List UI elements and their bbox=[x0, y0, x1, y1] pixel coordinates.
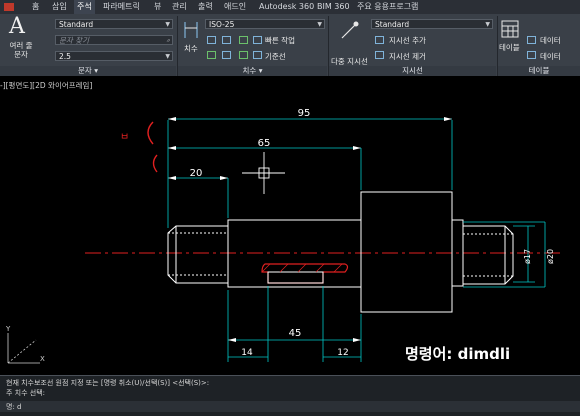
dim-text-65: 65 bbox=[258, 138, 271, 149]
dim-space-icon[interactable] bbox=[239, 36, 248, 44]
text-style-value: Standard bbox=[59, 20, 94, 29]
tab-featured-apps[interactable]: 주요 응용프로그램 bbox=[357, 0, 418, 14]
remove-leader-icon[interactable] bbox=[375, 51, 384, 59]
radius-dim-icon[interactable] bbox=[222, 51, 231, 59]
dim-text-d20: ø20 bbox=[546, 249, 555, 264]
baseline-button[interactable]: 기준선 bbox=[265, 51, 286, 62]
text-height-value: 2.5 bbox=[59, 52, 71, 61]
leader-panel-label[interactable]: 지시선 bbox=[329, 66, 496, 76]
dim-text-20: 20 bbox=[190, 168, 203, 179]
angular-dim-icon[interactable] bbox=[207, 51, 216, 59]
remove-leader-button[interactable]: 지시선 제거 bbox=[389, 51, 426, 62]
command-watermark: 명령어: dimdli bbox=[405, 345, 511, 363]
command-prompt: 명: d bbox=[6, 403, 22, 411]
command-input[interactable]: 명: d bbox=[0, 401, 580, 412]
aligned-dim-icon[interactable] bbox=[222, 36, 231, 44]
left-threaded-end bbox=[167, 225, 229, 284]
command-history-line-2: 주 치수 선택: bbox=[6, 389, 46, 397]
table-panel-label[interactable]: 테이블 bbox=[498, 66, 580, 76]
extract-data-icon[interactable] bbox=[527, 51, 536, 59]
drawing-canvas[interactable]: 95 65 20 45 14 12 ø17 ø20 ㅂ Y X bbox=[0, 76, 580, 375]
dim-text-d17: ø17 bbox=[523, 249, 532, 264]
dim-text-45: 45 bbox=[289, 328, 302, 339]
text-height-select[interactable]: 2.5 ▼ bbox=[55, 51, 173, 61]
tab-home[interactable]: 홈 bbox=[32, 0, 39, 14]
text-panel-label[interactable]: 문자 ▾ bbox=[0, 66, 176, 76]
baseline-dim-icon[interactable] bbox=[253, 51, 262, 59]
text-style-select[interactable]: Standard ▼ bbox=[55, 19, 173, 29]
mleader-style-value: Standard bbox=[375, 20, 410, 29]
collar bbox=[360, 191, 453, 313]
mleader-style-select[interactable]: Standard ▼ bbox=[371, 19, 493, 29]
tab-view[interactable]: 뷰 bbox=[154, 0, 161, 14]
add-leader-button[interactable]: 지시선 추가 bbox=[389, 35, 426, 46]
dim-text-95: 95 bbox=[298, 108, 311, 119]
chevron-down-icon: ▼ bbox=[165, 53, 170, 60]
linear-dim-icon[interactable] bbox=[207, 36, 216, 44]
crosshair-cursor bbox=[242, 152, 285, 194]
dimension-panel-label[interactable]: 치수 ▾ bbox=[178, 66, 327, 76]
dimension-icon[interactable] bbox=[183, 20, 199, 40]
dim-text-12: 12 bbox=[337, 348, 348, 358]
search-icon: ⌕ bbox=[166, 37, 170, 44]
dim-style-value: ISO-25 bbox=[209, 20, 235, 29]
dim-break-icon[interactable] bbox=[239, 51, 248, 59]
multiline-text-button[interactable]: 여러 줄 문자 bbox=[5, 41, 37, 59]
dimension-lines bbox=[167, 118, 546, 362]
find-text-placeholder: 문자 찾기 bbox=[59, 36, 89, 45]
table-icon[interactable] bbox=[501, 20, 519, 38]
tab-insert[interactable]: 삽입 bbox=[52, 0, 67, 14]
tab-parametric[interactable]: 파라메트릭 bbox=[103, 0, 140, 14]
data-link-icon[interactable] bbox=[527, 36, 536, 44]
table-button[interactable]: 테이블 bbox=[499, 42, 520, 53]
ucs-icon bbox=[7, 333, 40, 364]
tab-addins[interactable]: 애드인 bbox=[224, 0, 246, 14]
multiline-text-icon[interactable]: A bbox=[9, 14, 25, 39]
tab-manage[interactable]: 관리 bbox=[172, 0, 187, 14]
chevron-down-icon: ▼ bbox=[165, 21, 170, 28]
red-annotation-marks bbox=[147, 121, 158, 173]
app-logo[interactable] bbox=[4, 3, 14, 11]
dim-style-select[interactable]: ISO-25 ▼ bbox=[205, 19, 325, 29]
tab-autodesk-360[interactable]: Autodesk 360 bbox=[259, 0, 314, 14]
command-line: 현재 치수보조선 원점 지정 또는 [명령 취소(U)/선택(S)] <선택(S… bbox=[0, 375, 580, 416]
tab-annotate[interactable]: 주석 bbox=[74, 0, 95, 14]
quick-dim-button[interactable]: 빠른 작업 bbox=[265, 35, 295, 46]
find-text-input[interactable]: 문자 찾기 ⌕ bbox=[55, 35, 173, 45]
ucs-x-label: X bbox=[40, 355, 45, 363]
dimension-arrows bbox=[168, 117, 452, 342]
keyway-section bbox=[261, 263, 349, 284]
shaft-geometry bbox=[167, 191, 514, 313]
command-history-line: 현재 치수보조선 원점 지정 또는 [명령 취소(U)/선택(S)] <선택(S… bbox=[6, 379, 210, 387]
ucs-y-label: Y bbox=[5, 325, 11, 333]
dim-text-14: 14 bbox=[241, 348, 253, 358]
dimension-texts: 95 65 20 45 14 12 ø17 ø20 bbox=[190, 108, 555, 358]
quick-dim-icon[interactable] bbox=[253, 36, 262, 44]
add-leader-icon[interactable] bbox=[375, 36, 384, 44]
data-link-button[interactable]: 데이터 bbox=[540, 35, 561, 46]
tab-bim-360[interactable]: BIM 360 bbox=[317, 0, 350, 14]
extract-data-button[interactable]: 데이터 bbox=[540, 51, 561, 62]
tab-output[interactable]: 출력 bbox=[198, 0, 213, 14]
dimension-button[interactable]: 치수 bbox=[184, 43, 198, 54]
ribbon: A 여러 줄 문자 Standard ▼ 문자 찾기 ⌕ 2.5 ▼ 문자 ▾ … bbox=[0, 14, 580, 76]
chevron-down-icon: ▼ bbox=[317, 21, 322, 28]
multileader-icon[interactable] bbox=[340, 20, 360, 40]
chevron-down-icon: ▼ bbox=[485, 21, 490, 28]
red-annotation-text: ㅂ bbox=[120, 132, 129, 143]
menu-bar: 홈 삽입 주석 파라메트릭 뷰 관리 출력 애드인 Autodesk 360 B… bbox=[0, 0, 580, 14]
